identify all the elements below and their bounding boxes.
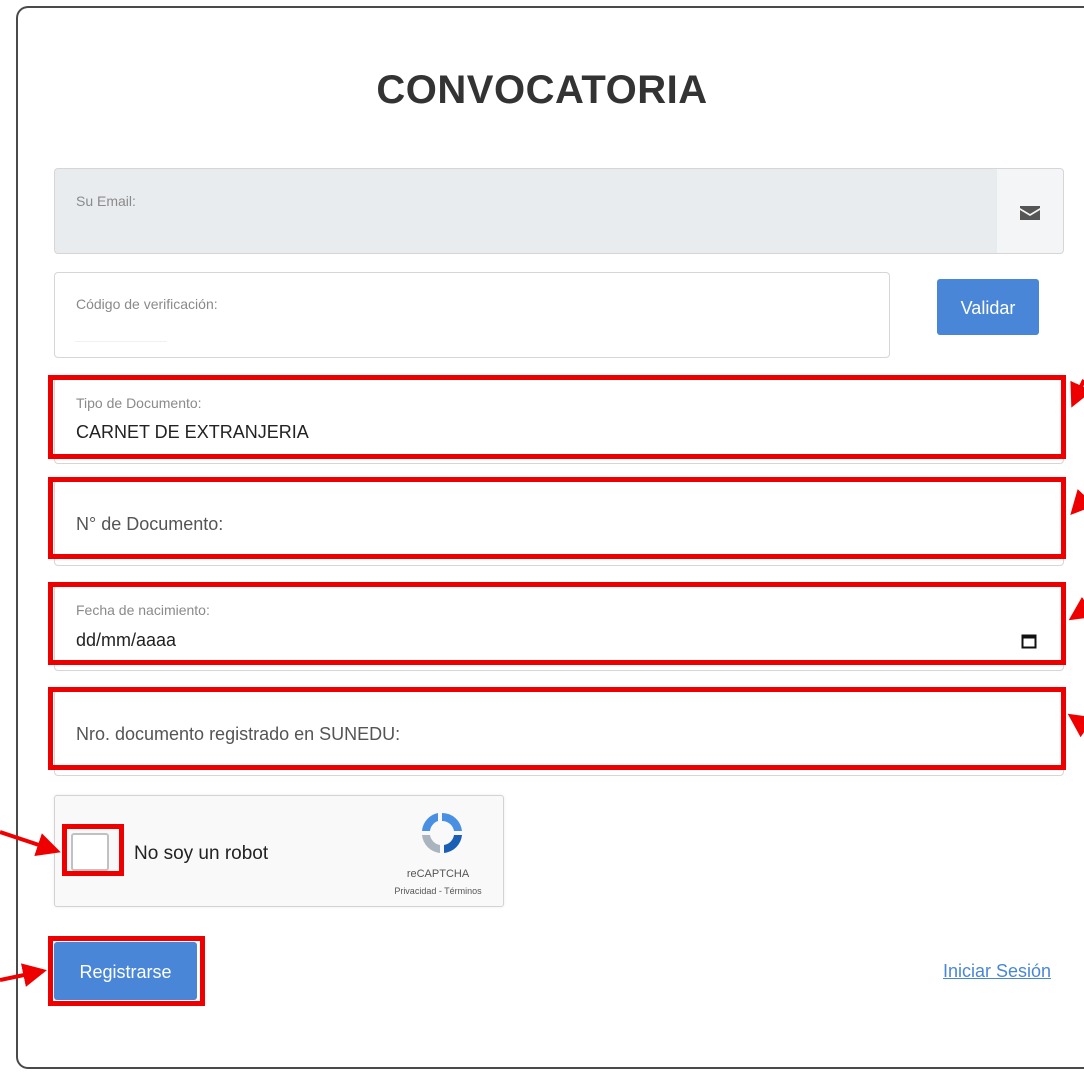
validate-button[interactable]: Validar [937, 279, 1039, 335]
sunedu-document-input[interactable]: Nro. documento registrado en SUNEDU: [54, 690, 1064, 776]
sunedu-document-placeholder: Nro. documento registrado en SUNEDU: [76, 724, 401, 744]
document-number-input[interactable]: N° de Documento: [54, 480, 1064, 566]
birth-date-label: Fecha de nacimiento: [76, 602, 210, 618]
login-link[interactable]: Iniciar Sesión [943, 961, 1051, 982]
register-button[interactable]: Registrarse [54, 942, 197, 1000]
document-number-placeholder: N° de Documento: [76, 514, 224, 534]
email-label: Su Email: [76, 193, 136, 209]
document-type-select[interactable]: Tipo de Documento: CARNET DE EXTRANJERIA [54, 378, 1064, 464]
verification-code-field[interactable]: Código de verificación: [54, 272, 890, 358]
verification-code-label: Código de verificación: [76, 296, 218, 312]
recaptcha-links[interactable]: Privacidad - Términos [373, 886, 503, 896]
recaptcha-brand: reCAPTCHA [406, 868, 470, 880]
birth-date-input[interactable]: Fecha de nacimiento: dd/mm/aaaa [54, 585, 1064, 671]
email-field[interactable]: Su Email: [54, 168, 998, 254]
page-title: CONVOCATORIA [376, 68, 708, 112]
recaptcha-widget: No soy un robot reCAPTCHA Privacidad - T… [54, 795, 504, 907]
verification-code-input[interactable] [75, 317, 167, 342]
recaptcha-checkbox[interactable] [71, 833, 109, 871]
recaptcha-label: No soy un robot [134, 843, 269, 864]
email-addon [997, 168, 1064, 254]
birth-date-placeholder: dd/mm/aaaa [76, 630, 177, 650]
document-type-label: Tipo de Documento: [76, 395, 202, 411]
envelope-icon [1020, 206, 1040, 220]
document-type-value: CARNET DE EXTRANJERIA [76, 422, 309, 442]
calendar-icon[interactable] [1021, 633, 1037, 649]
recaptcha-logo-icon [422, 812, 462, 853]
